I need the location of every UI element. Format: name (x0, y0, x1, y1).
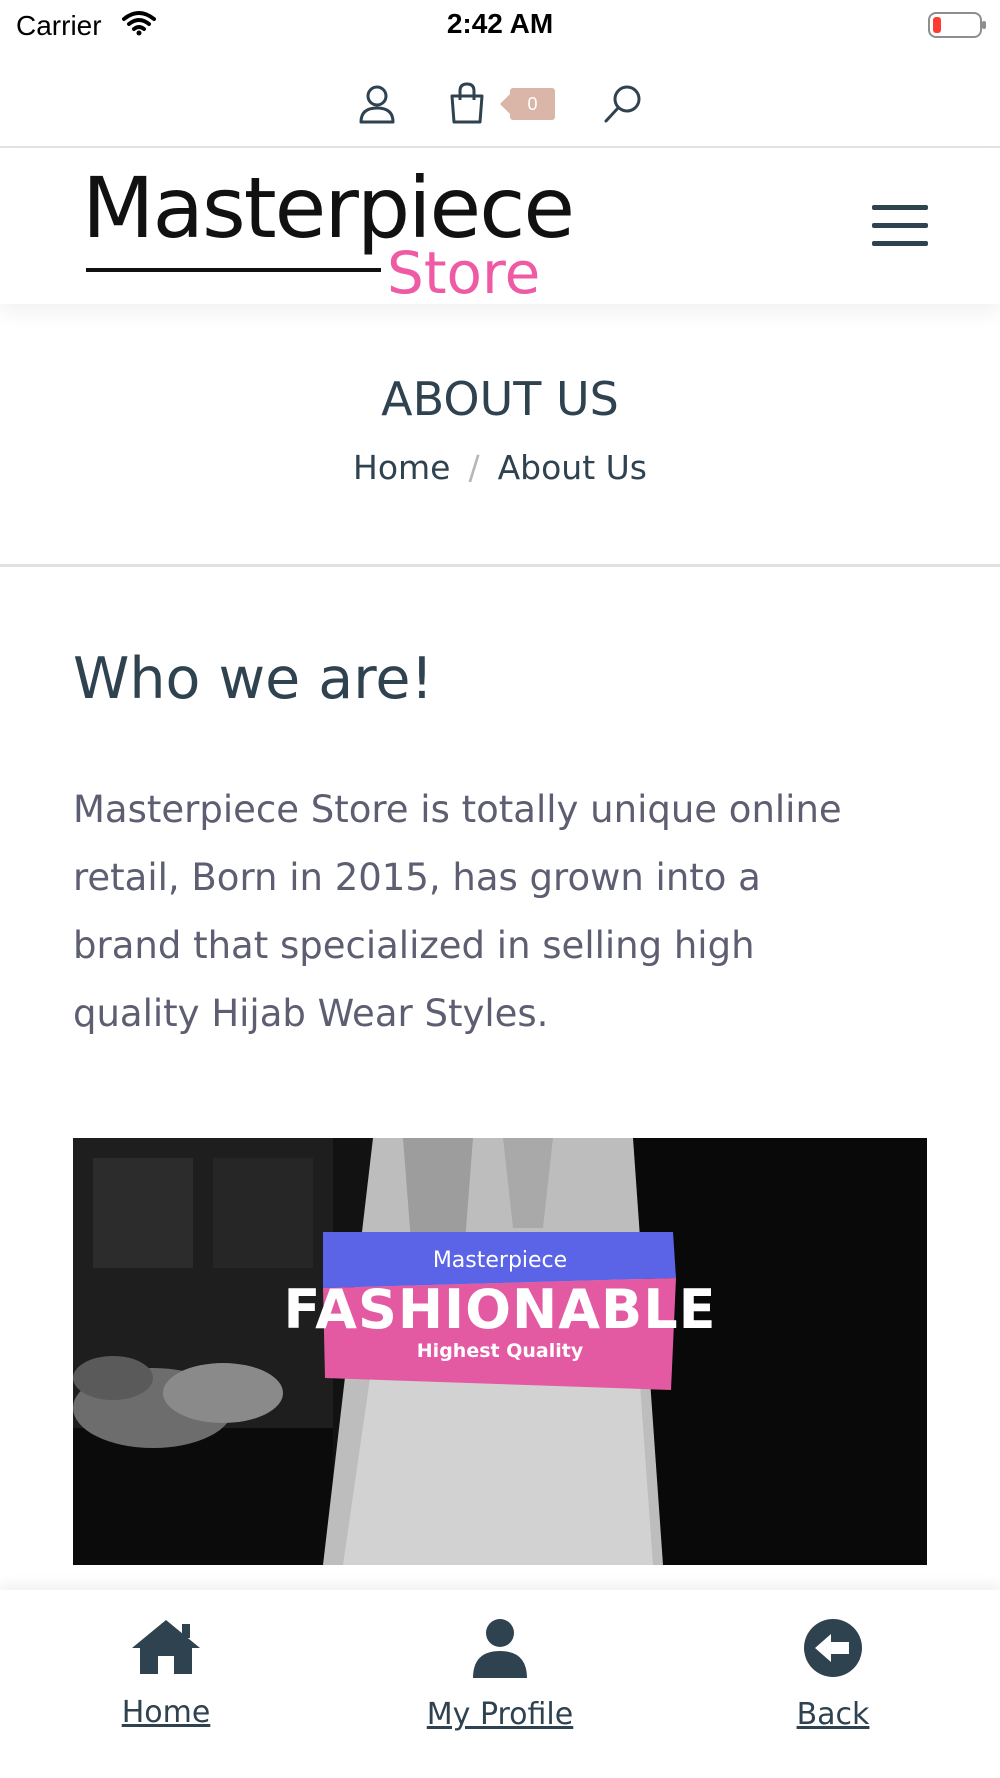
status-bar: Carrier 2:42 AM (0, 0, 1000, 50)
tab-profile-label: My Profile (426, 1697, 574, 1732)
store-logo[interactable]: Masterpiece Store (82, 158, 575, 307)
search-icon[interactable] (603, 84, 643, 129)
breadcrumb-home[interactable]: Home (353, 448, 450, 487)
breadcrumb: Home / About Us (0, 448, 1000, 487)
tab-profile[interactable]: My Profile (390, 1618, 610, 1732)
section-divider (0, 564, 1000, 567)
tab-home[interactable]: Home (56, 1618, 276, 1730)
status-time: 2:42 AM (446, 8, 554, 39)
logo-sub-text: Store (387, 239, 541, 307)
breadcrumb-separator: / (468, 448, 480, 487)
breadcrumb-current: About Us (497, 448, 647, 487)
battery-icon (928, 12, 988, 45)
cart-icon[interactable] (449, 82, 485, 129)
home-icon (132, 1620, 200, 1674)
user-icon[interactable] (358, 84, 396, 129)
about-paragraph: Masterpiece Store is totally unique onli… (73, 788, 842, 1035)
banner-brand-sub: Highest Quality (416, 1340, 584, 1362)
page-title: ABOUT US (381, 372, 619, 426)
site-header: Masterpiece Store (0, 148, 1000, 307)
back-icon (804, 1619, 862, 1677)
banner-image: Masterpiece FASHIONABLE Highest Quality (73, 1138, 927, 1565)
section-heading: Who we are! (73, 646, 434, 712)
logo-underline (86, 268, 381, 272)
menu-icon[interactable] (872, 205, 928, 259)
banner-brand-big: FASHIONABLE (283, 1278, 717, 1341)
cart-count-badge: 0 (500, 88, 555, 120)
profile-icon (473, 1619, 527, 1678)
bottom-tab-bar: Home My Profile Back (0, 1590, 1000, 1778)
tab-home-label: Home (121, 1695, 211, 1730)
banner-brand-small: Masterpiece (432, 1248, 568, 1273)
tab-back-label: Back (796, 1697, 870, 1732)
tab-back[interactable]: Back (723, 1618, 943, 1732)
